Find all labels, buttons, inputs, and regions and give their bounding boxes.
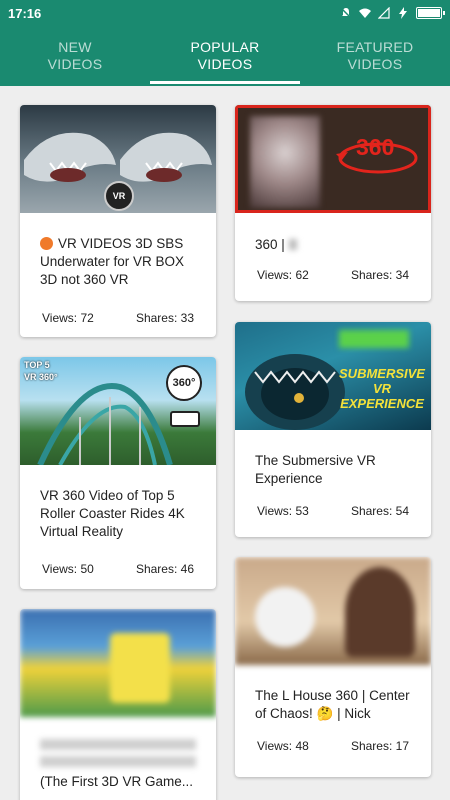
blurred-cartoon-image [110,633,170,703]
charging-icon [399,7,407,19]
mute-bell-icon [340,7,352,19]
video-thumbnail[interactable]: 360 [235,105,431,213]
redacted-text [288,239,297,250]
video-title: 360 | [235,236,431,254]
shares-count: Shares: 54 [350,504,409,518]
video-title: (The First 3D VR Game... [20,773,216,791]
tab-label: NEW VIDEOS [47,39,103,72]
orange-circle-icon [40,237,53,250]
shares-count: Shares: 33 [135,311,194,325]
views-count: Views: 48 [257,739,309,753]
video-thumbnail[interactable] [20,609,216,717]
video-title-text: VR 360 Video of Top 5 Roller Coaster Rid… [40,488,185,539]
views-count: Views: 72 [42,311,94,325]
video-card[interactable]: (The First 3D VR Game... [20,609,216,800]
shares-count: Shares: 46 [135,562,194,576]
top5-label: TOP 5 VR 360° [24,360,58,382]
shares-count: Shares: 17 [350,739,409,753]
video-card[interactable]: The L House 360 | Center of Chaos! 🤔 | N… [235,557,431,777]
video-title: The L House 360 | Center of Chaos! 🤔 | N… [235,687,431,723]
video-thumbnail[interactable]: VR [20,105,216,213]
video-thumbnail[interactable] [235,557,431,665]
redacted-text [40,739,196,767]
video-title-text: 360 | [255,237,285,252]
video-title-text: (The First 3D VR Game... [40,774,194,789]
rotate-arrow-icon [336,142,418,174]
360-badge: 360° [166,365,202,401]
submersive-badge-label: SUBMERSIVE VR EXPERIENCE [339,366,425,411]
tab-popular-videos[interactable]: POPULAR VIDEOS [150,26,300,86]
video-card[interactable]: VR VR VIDEOS 3D SBS Underwater for VR BO… [20,105,216,337]
video-feed[interactable]: VR VR VIDEOS 3D SBS Underwater for VR BO… [0,86,450,800]
status-bar: 17:16 [0,0,450,26]
views-count: Views: 50 [42,562,94,576]
shares-count: Shares: 34 [350,268,409,282]
video-card[interactable]: TOP 5 VR 360° 360° VR 360 Video of Top 5… [20,357,216,589]
vr-headset-icon [170,411,200,427]
no-signal-icon [378,7,390,19]
video-thumbnail[interactable]: SUBMERSIVE VR EXPERIENCE [235,322,431,430]
tab-featured-videos[interactable]: FEATURED VIDEOS [300,26,450,86]
video-title-text: The Submersive VR Experience [255,453,376,486]
video-title: VR VIDEOS 3D SBS Underwater for VR BOX 3… [20,235,216,289]
submersive-badge: SUBMERSIVE VR EXPERIENCE [337,366,427,411]
battery-icon [416,7,445,19]
blurred-cartoon-image [255,587,315,647]
views-count: Views: 53 [257,504,309,518]
video-title: VR 360 Video of Top 5 Roller Coaster Rid… [20,487,216,541]
video-card[interactable]: SUBMERSIVE VR EXPERIENCE The Submersive … [235,322,431,537]
360-badge-label: 360° [172,377,196,389]
blurred-logo [339,330,409,348]
video-title: The Submersive VR Experience [235,452,431,488]
video-thumbnail[interactable]: TOP 5 VR 360° 360° [20,357,216,465]
views-count: Views: 62 [257,268,309,282]
video-title-text: The L House 360 | Center of Chaos! 🤔 | N… [255,688,410,721]
wifi-icon [359,8,371,18]
video-card[interactable]: 360 360 | Views: 62 Shares: 34 [235,105,431,301]
status-time: 17:16 [8,5,42,21]
vr-badge-label: VR [112,191,126,201]
tab-new-videos[interactable]: NEW VIDEOS [0,26,150,86]
vr-badge: VR [104,181,134,211]
blurred-cartoon-image [345,567,415,657]
tab-label: POPULAR VIDEOS [190,39,260,72]
tab-label: FEATURED VIDEOS [336,39,414,72]
tab-bar: NEW VIDEOS POPULAR VIDEOS FEATURED VIDEO… [0,26,450,86]
video-title-text: VR VIDEOS 3D SBS Underwater for VR BOX 3… [40,236,185,287]
